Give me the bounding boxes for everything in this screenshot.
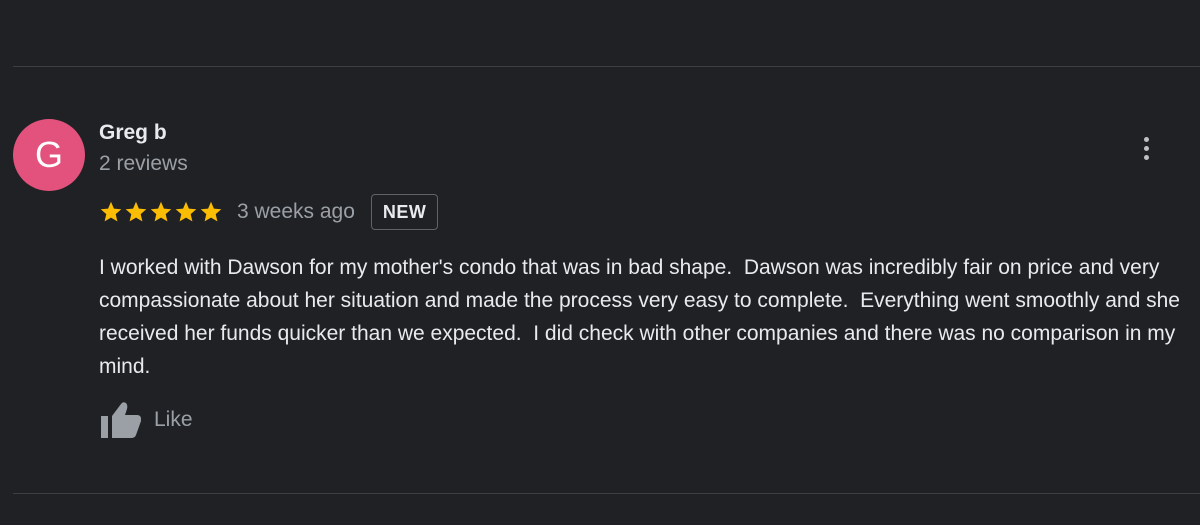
like-label: Like [154,408,193,431]
review-panel: G Greg b 2 reviews 3 weeks ago NEW I wor… [0,0,1200,525]
avatar-letter: G [34,134,63,175]
more-options-button[interactable] [1130,130,1162,166]
avatar[interactable]: G [13,119,85,191]
star-icon [150,201,172,222]
star-rating [99,200,223,224]
thumbs-up-icon [101,402,141,438]
like-button[interactable]: Like [99,399,193,441]
review-time: 3 weeks ago [237,200,355,223]
rating-row: 3 weeks ago NEW [99,193,439,231]
new-badge: NEW [370,194,439,230]
bottom-divider [13,493,1200,494]
star-icon [175,201,197,222]
review-text: I worked with Dawson for my mother's con… [99,256,1186,378]
star-icon [100,201,122,222]
more-vert-icon [1143,136,1149,142]
author-name[interactable]: Greg b [99,120,167,146]
star-icon [125,201,147,222]
star-icon [200,201,222,222]
review-count[interactable]: 2 reviews [99,151,188,177]
top-divider [13,66,1200,67]
